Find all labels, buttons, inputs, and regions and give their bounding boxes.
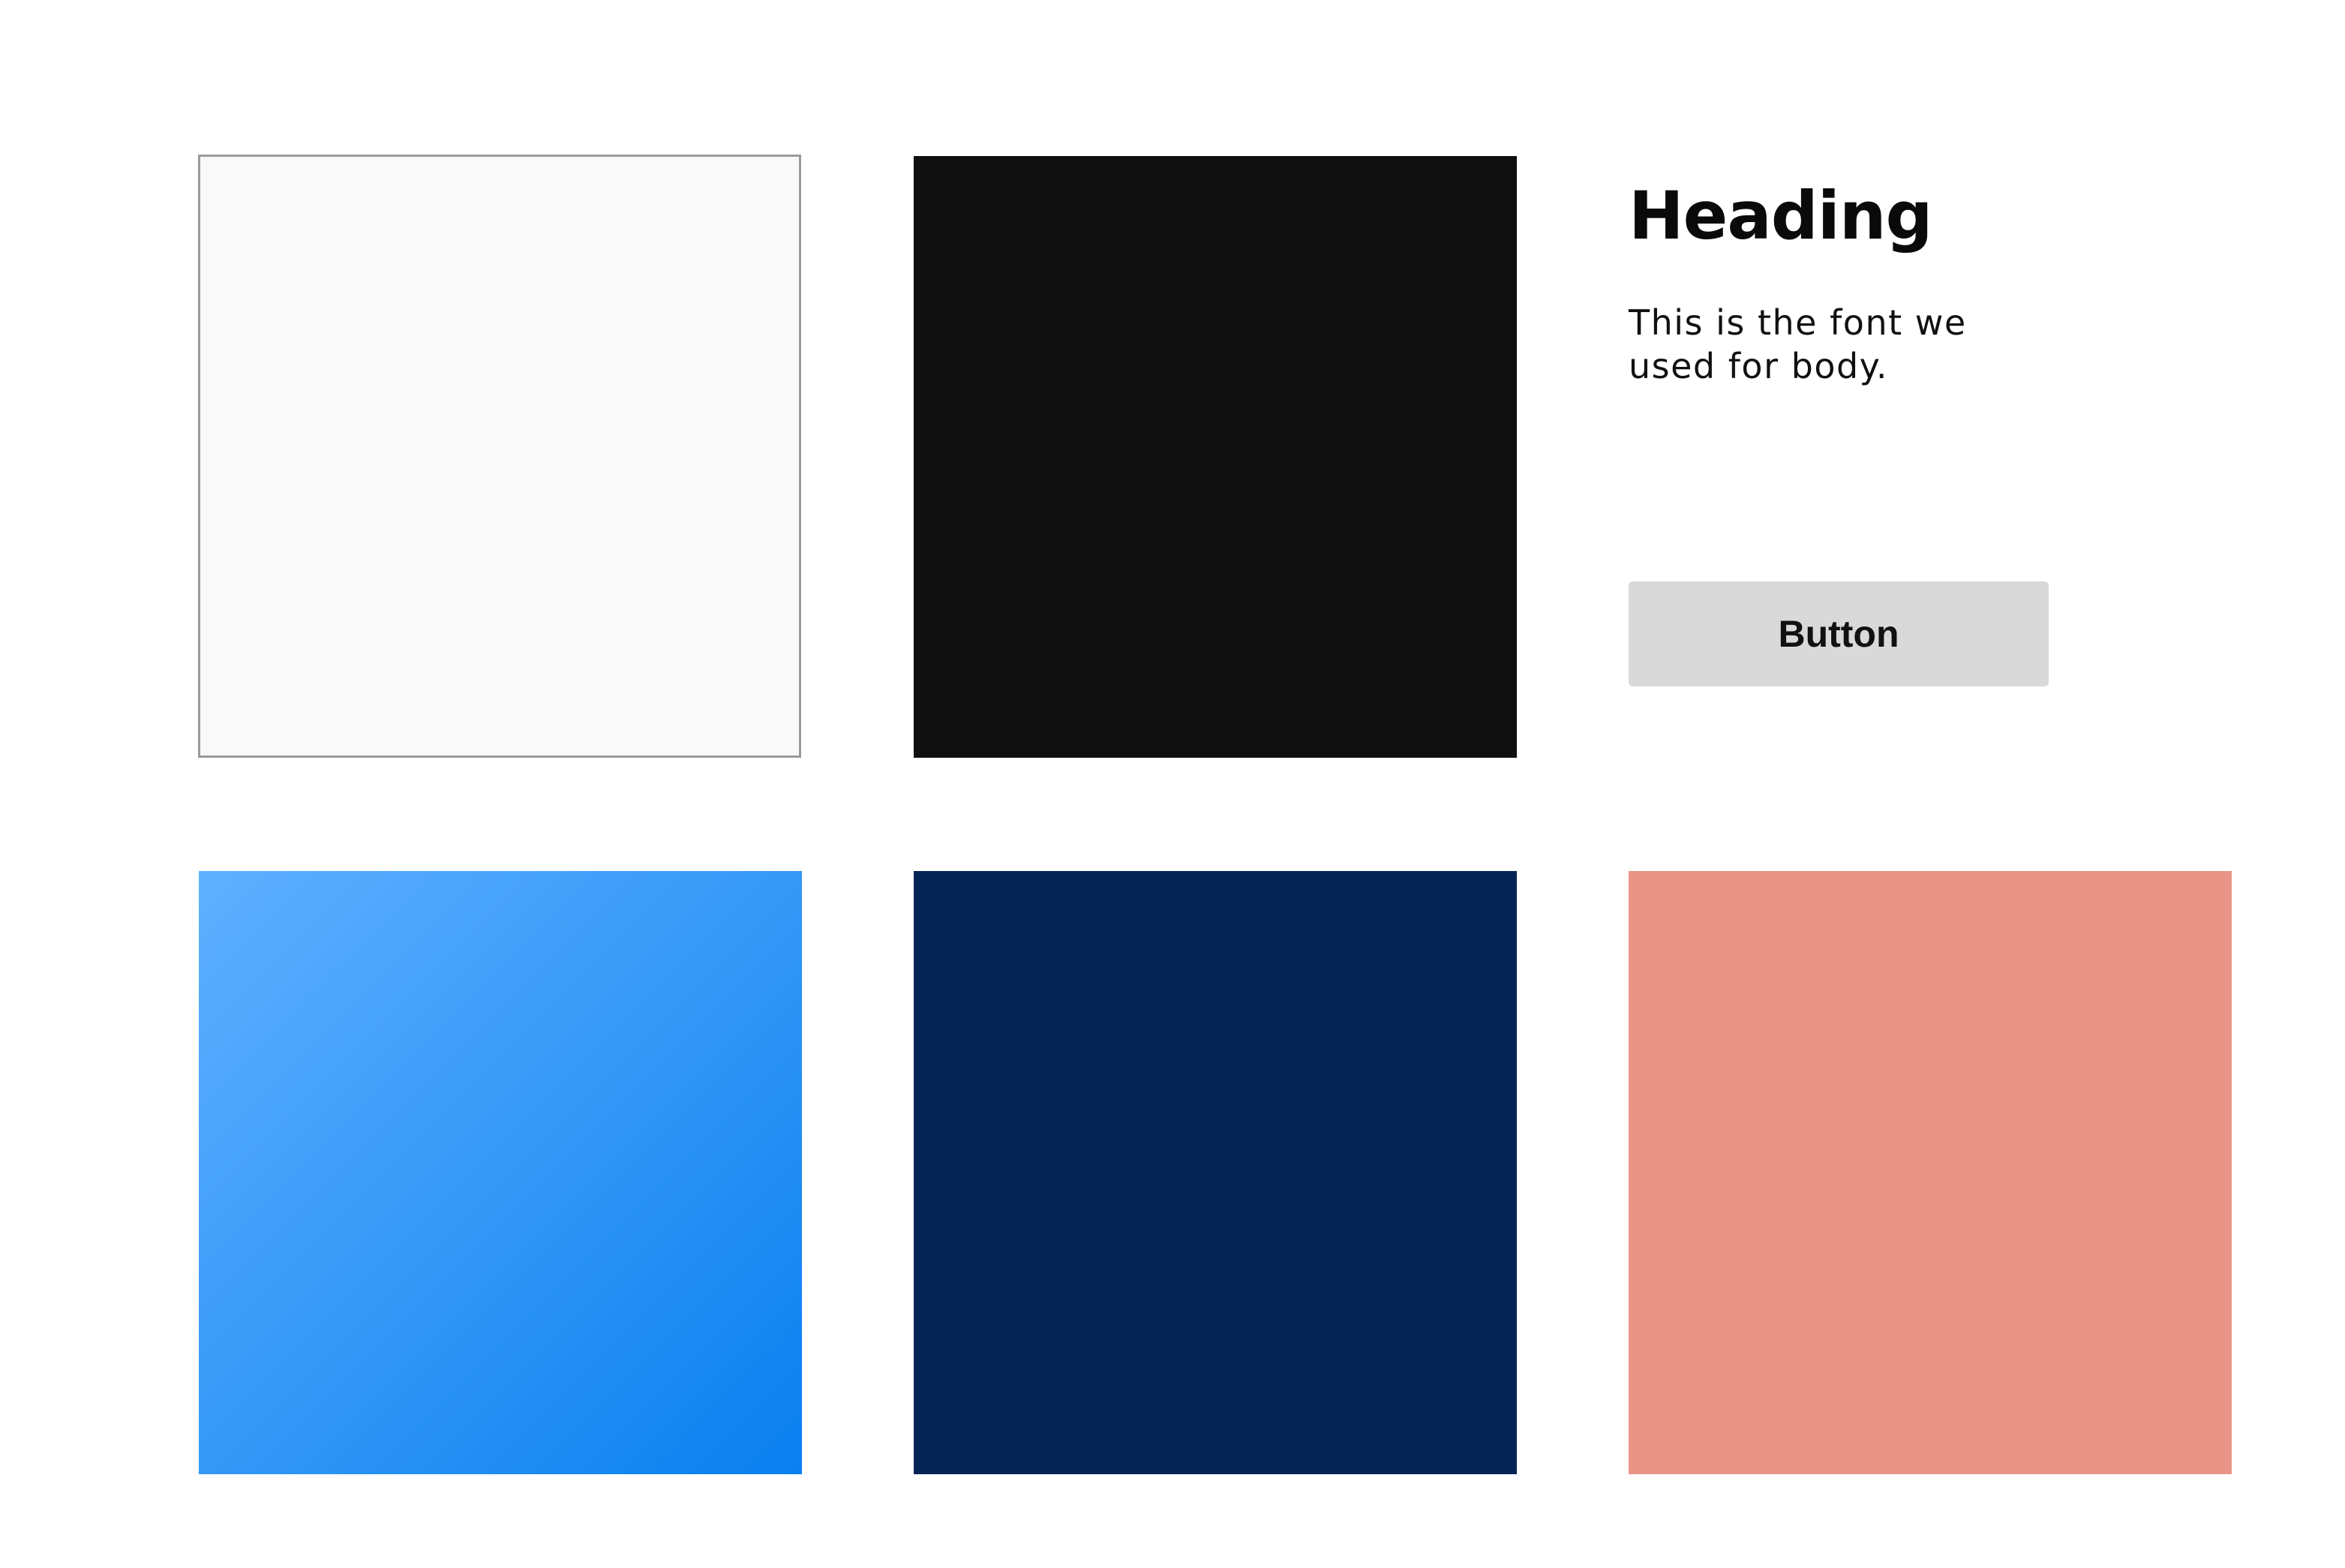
swatch-blue-gradient <box>199 871 802 1474</box>
typography-sample: Heading This is the font we used for bod… <box>1629 177 2199 388</box>
swatch-navy <box>914 871 1517 1474</box>
body-text-sample: This is the font we used for body. <box>1629 302 1967 386</box>
sample-button[interactable]: Button <box>1629 581 2049 686</box>
heading-sample: Heading <box>1629 177 1933 254</box>
swatch-black <box>914 156 1517 758</box>
swatch-light-gray <box>198 155 801 758</box>
swatch-salmon <box>1629 871 2232 1474</box>
